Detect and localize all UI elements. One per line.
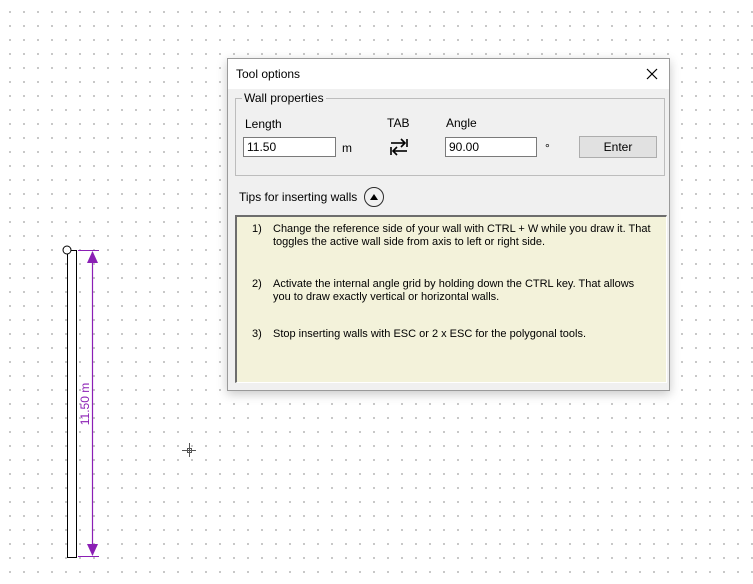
- tip-item: 3) Stop inserting walls with ESC or 2 x …: [252, 328, 652, 341]
- dimension-label: 11.50 m: [78, 383, 92, 425]
- collapse-tips-button[interactable]: [364, 187, 384, 207]
- length-label: Length: [245, 117, 282, 131]
- tip-text: Stop inserting walls with ESC or 2 x ESC…: [273, 328, 587, 340]
- tip-number: 3): [252, 328, 262, 340]
- tips-header: Tips for inserting walls: [239, 190, 358, 204]
- angle-input[interactable]: [445, 137, 537, 157]
- wall-properties-group: Wall properties Length m TAB Angle ° Ent…: [235, 91, 665, 176]
- length-unit: m: [342, 141, 352, 155]
- wall-start-handle[interactable]: [62, 245, 72, 255]
- angle-unit: °: [545, 141, 550, 155]
- tip-item: 1) Change the reference side of your wal…: [252, 223, 652, 249]
- dimension-arrow-bottom: [87, 544, 98, 556]
- angle-label: Angle: [446, 116, 477, 130]
- dimension-arrow-top: [87, 251, 98, 263]
- tip-text: Change the reference side of your wall w…: [273, 223, 651, 248]
- tab-label: TAB: [387, 116, 410, 130]
- tips-panel: 1) Change the reference side of your wal…: [235, 215, 667, 383]
- close-icon: [646, 68, 658, 80]
- enter-button[interactable]: Enter: [579, 136, 657, 158]
- chevron-up-icon: [370, 194, 378, 200]
- swap-arrows-icon[interactable]: [389, 137, 409, 157]
- crosshair-cursor-icon: [182, 443, 196, 457]
- tip-number: 1): [252, 223, 262, 235]
- dialog-title: Tool options: [236, 67, 301, 81]
- wall[interactable]: [67, 250, 77, 558]
- close-button[interactable]: [641, 63, 663, 85]
- tool-options-dialog: Tool options Wall properties Length m TA…: [227, 58, 670, 391]
- tip-item: 2) Activate the internal angle grid by h…: [252, 278, 652, 304]
- tip-text: Activate the internal angle grid by hold…: [273, 278, 635, 303]
- tip-number: 2): [252, 278, 262, 290]
- length-input[interactable]: [243, 137, 336, 157]
- wall-properties-legend: Wall properties: [242, 91, 326, 105]
- dialog-titlebar[interactable]: Tool options: [228, 59, 669, 89]
